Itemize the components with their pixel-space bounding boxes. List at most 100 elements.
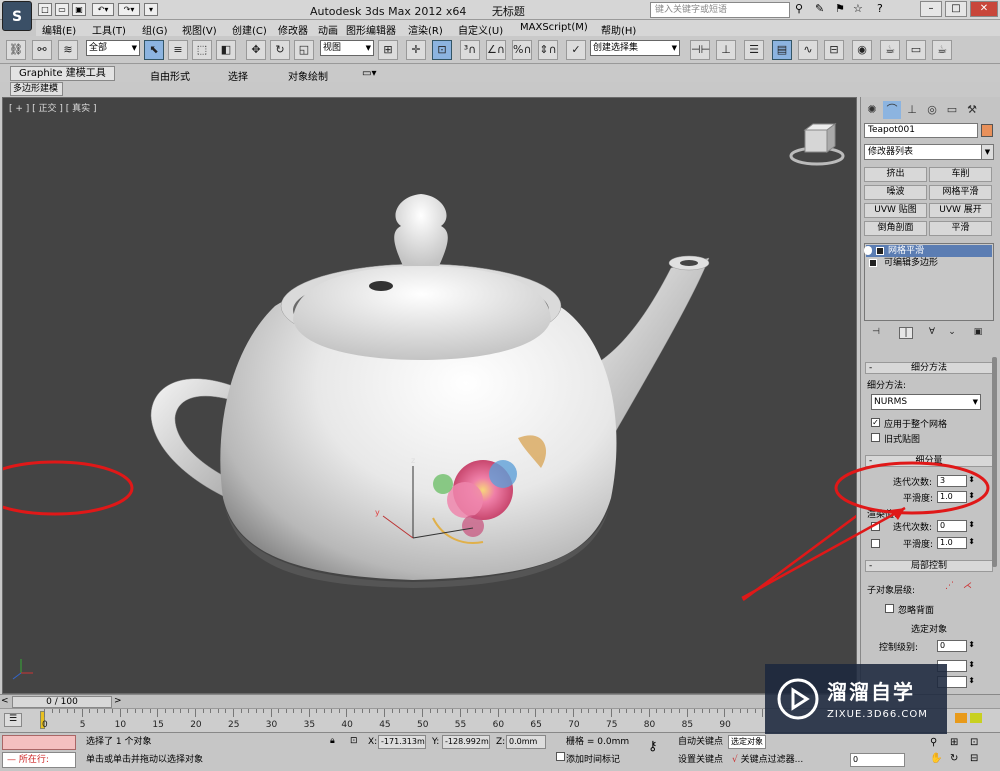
time-slider[interactable]: 0 / 100	[12, 696, 112, 708]
z-coordinate-field[interactable]: 0.0mm	[506, 735, 546, 749]
pin-stack-icon[interactable]: ⊣	[869, 327, 883, 339]
menu-help[interactable]: 帮助(H)	[601, 22, 636, 37]
new-file-icon[interactable]: □	[38, 3, 52, 16]
pan-icon[interactable]: ✋	[930, 753, 942, 764]
modifier-button-lathe[interactable]: 车削	[929, 167, 992, 182]
ignore-backfacing-checkbox[interactable]	[885, 604, 894, 613]
tab-graphite-modeling[interactable]: Graphite 建模工具	[10, 66, 115, 81]
edit-named-selection-icon[interactable]: ✓	[566, 40, 586, 60]
add-time-tag[interactable]: 添加时间标记	[566, 753, 620, 767]
percent-snap-icon[interactable]: %∩	[512, 40, 532, 60]
key-filters-button[interactable]: √ 关键点过滤器...	[732, 753, 803, 767]
menu-maxscript[interactable]: MAXScript(M)	[520, 22, 588, 33]
align-icon[interactable]: ⊥	[716, 40, 736, 60]
layer-manager-icon[interactable]: ☰	[744, 40, 764, 60]
stack-item-editable-poly[interactable]: 可编辑多边形	[866, 257, 992, 269]
set-key-button[interactable]: 设置关键点	[678, 753, 723, 767]
motion-tab-icon[interactable]: ◎	[923, 101, 941, 119]
quick-access-dropdown-icon[interactable]: ▾	[144, 3, 158, 16]
zoom-extents-icon[interactable]: ⊞	[950, 737, 958, 748]
rollout-local-control[interactable]: - 局部控制	[865, 560, 993, 572]
pivot-center-icon[interactable]: ⊞	[378, 40, 398, 60]
modifier-button-smooth[interactable]: 平滑	[929, 221, 992, 236]
undo-icon[interactable]: ↶▾	[92, 3, 114, 16]
subdivision-method-dropdown[interactable]: NURMS	[871, 394, 981, 410]
menu-group[interactable]: 组(G)	[142, 22, 168, 37]
modifier-button-bevel-profile[interactable]: 倒角剖面	[864, 221, 927, 236]
color-swatch-yellow[interactable]	[970, 713, 982, 723]
maximize-viewport-icon[interactable]: ⊟	[970, 753, 978, 764]
lightbulb-icon[interactable]	[864, 246, 872, 255]
color-swatch-orange[interactable]	[955, 713, 967, 723]
smoothness-spinner[interactable]: 1.0	[937, 491, 975, 503]
edge-icon[interactable]: ⋌	[963, 581, 972, 591]
modifier-button-uvw-unwrap[interactable]: UVW 展开	[929, 203, 992, 218]
select-object-icon[interactable]: ⬉	[144, 40, 164, 60]
remove-modifier-icon[interactable]: ⌄	[945, 327, 959, 339]
render-smoothness-spinner[interactable]: 1.0	[937, 537, 975, 549]
selection-filter-dropdown[interactable]: 全部	[86, 40, 140, 56]
redo-icon[interactable]: ↷▾	[118, 3, 140, 16]
search-input[interactable]: 键入关键字或短语	[650, 2, 790, 18]
schematic-view-icon[interactable]: ⊟	[824, 40, 844, 60]
create-tab-icon[interactable]: ✺	[863, 101, 881, 119]
modifier-button-noise[interactable]: 噪波	[864, 185, 927, 200]
save-file-icon[interactable]: ▣	[72, 3, 86, 16]
render-setup-icon[interactable]: ☕	[880, 40, 900, 60]
rendered-frame-window-icon[interactable]: ▭	[906, 40, 926, 60]
reference-coordinate-dropdown[interactable]: 视图	[320, 40, 374, 56]
menu-edit[interactable]: 编辑(E)	[42, 22, 76, 37]
move-icon[interactable]: ✥	[246, 40, 266, 60]
tools-icon[interactable]: ✎	[815, 2, 824, 15]
orbit-icon[interactable]: ↻	[950, 753, 958, 764]
unlink-icon[interactable]: ⚯	[32, 40, 52, 60]
select-manipulate-icon[interactable]: ✛	[406, 40, 426, 60]
menu-modifiers[interactable]: 修改器	[278, 22, 308, 37]
menu-customize[interactable]: 自定义(U)	[458, 22, 503, 37]
keyboard-shortcut-override-icon[interactable]: ⊡	[432, 40, 452, 60]
subtab-polygon-modeling[interactable]: 多边形建模	[10, 82, 63, 96]
lock-selection-icon[interactable]: 🔒︎	[330, 736, 335, 746]
absolute-mode-icon[interactable]: ⊡	[350, 736, 358, 746]
add-time-tag-checkbox[interactable]	[556, 752, 565, 761]
link-icon[interactable]: ⛓	[6, 40, 26, 60]
maxscript-listener[interactable]	[2, 735, 76, 750]
object-name-field[interactable]: Teapot001	[864, 123, 978, 138]
window-crossing-icon[interactable]: ◧	[216, 40, 236, 60]
help-icon[interactable]: ?	[877, 2, 883, 15]
zoom-all-icon[interactable]: ⊡	[970, 737, 978, 748]
object-color-swatch[interactable]	[981, 124, 993, 137]
old-style-mapping-checkbox[interactable]	[871, 433, 880, 442]
render-iterations-checkbox[interactable]	[871, 522, 880, 531]
ribbon-options-icon[interactable]: ▭▾	[362, 68, 376, 79]
vertex-icon[interactable]: ⋰	[945, 581, 954, 591]
angle-snap-icon[interactable]: ∠∩	[486, 40, 506, 60]
stack-item-meshsmooth[interactable]: 网格平滑	[864, 245, 992, 257]
app-logo-button[interactable]: S	[2, 1, 32, 31]
open-file-icon[interactable]: ▭	[55, 3, 69, 16]
show-end-result-icon[interactable]: |	[899, 327, 913, 339]
rotate-icon[interactable]: ↻	[270, 40, 290, 60]
current-frame-field[interactable]: 0	[850, 753, 905, 767]
apply-whole-mesh-checkbox[interactable]: ✓	[871, 418, 880, 427]
tab-object-paint[interactable]: 对象绘制	[288, 68, 328, 83]
bind-space-warp-icon[interactable]: ≋	[58, 40, 78, 60]
expand-icon[interactable]	[869, 259, 877, 267]
modifier-button-uvw-map[interactable]: UVW 贴图	[864, 203, 927, 218]
key-icon[interactable]: ⚷	[648, 739, 658, 754]
menu-create[interactable]: 创建(C)	[232, 22, 267, 37]
utilities-tab-icon[interactable]: ⚒	[963, 101, 981, 119]
slider-prev-icon[interactable]: <	[1, 696, 9, 706]
auto-key-button[interactable]: 自动关键点	[678, 735, 723, 749]
favorites-star-icon[interactable]: ☆	[853, 2, 863, 15]
material-editor-icon[interactable]: ◉	[852, 40, 872, 60]
modifier-button-meshsmooth[interactable]: 网格平滑	[929, 185, 992, 200]
y-coordinate-field[interactable]: -128.992m	[442, 735, 490, 749]
make-unique-icon[interactable]: ∀	[925, 327, 939, 339]
render-smoothness-checkbox[interactable]	[871, 539, 880, 548]
snaps-toggle-icon[interactable]: ³∩	[460, 40, 480, 60]
select-by-name-icon[interactable]: ≡	[168, 40, 188, 60]
x-coordinate-field[interactable]: -171.313m	[378, 735, 426, 749]
rollout-subdivision-method[interactable]: - 细分方法	[865, 362, 993, 374]
mode-field[interactable]: — 所在行:	[2, 752, 76, 768]
